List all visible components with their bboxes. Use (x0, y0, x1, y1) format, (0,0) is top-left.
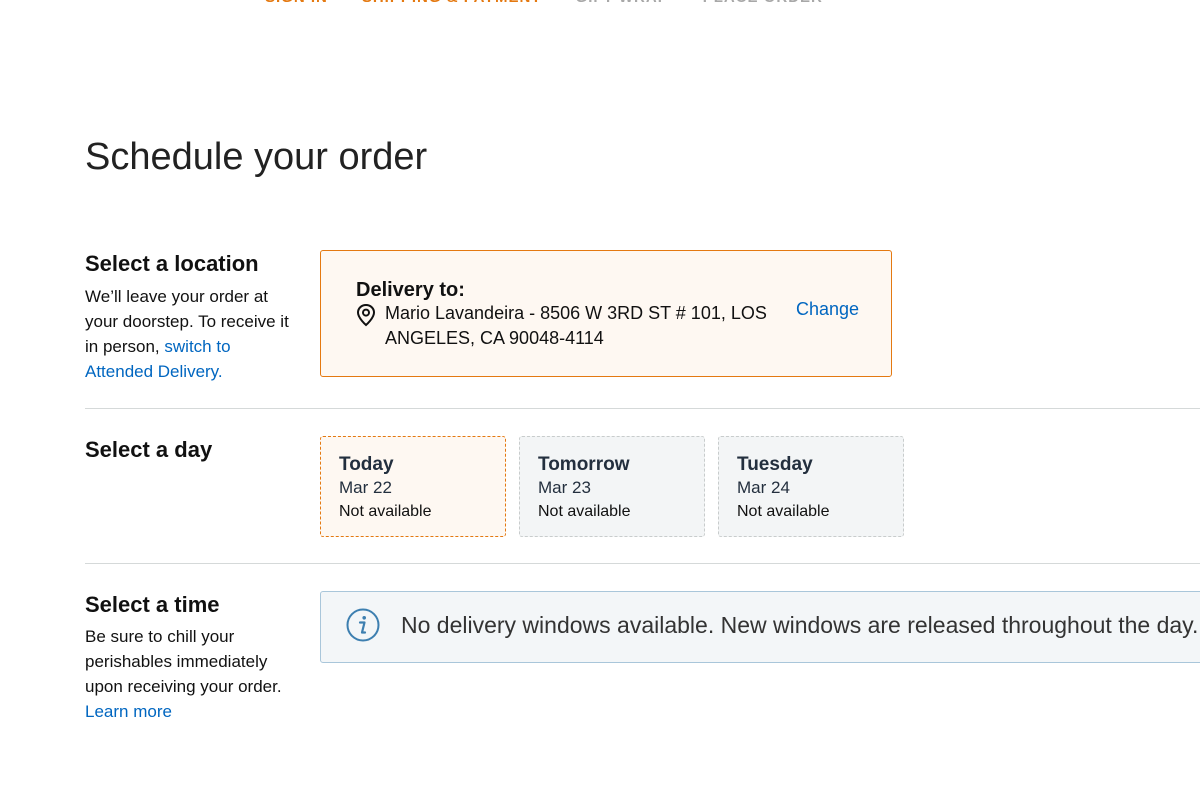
no-windows-alert: No delivery windows available. New windo… (320, 591, 1200, 663)
change-address-link[interactable]: Change (796, 297, 859, 321)
checkout-progress: SIGN IN SHIPPING & PAYMENT GIFT-WRAP PLA… (265, 0, 823, 8)
step-shipping-payment[interactable]: SHIPPING & PAYMENT (362, 0, 542, 8)
day-option-date: Mar 23 (538, 478, 591, 497)
day-option-date: Mar 22 (339, 478, 392, 497)
info-icon (346, 608, 380, 642)
day-option-today[interactable]: Today Mar 22 Not available (320, 436, 506, 537)
day-option-name: Today (339, 454, 394, 475)
day-option-tomorrow[interactable]: Tomorrow Mar 23 Not available (519, 436, 705, 537)
step-place-order: PLACE ORDER (703, 0, 823, 8)
delivery-address: Mario Lavandeira - 8506 W 3RD ST # 101, … (385, 303, 767, 348)
day-option-name: Tuesday (737, 454, 813, 475)
learn-more-link[interactable]: Learn more (85, 702, 172, 721)
section-divider (85, 408, 1200, 409)
day-option-date: Mar 24 (737, 478, 790, 497)
day-option-status: Not available (737, 503, 830, 520)
delivery-label: Delivery to: (356, 279, 465, 301)
day-option-status: Not available (339, 503, 432, 520)
location-pin-icon (355, 303, 377, 327)
location-description: We’ll leave your order at your doorstep.… (85, 284, 295, 384)
page-title: Schedule your order (85, 136, 428, 178)
time-description-text: Be sure to chill your perishables immedi… (85, 627, 282, 696)
day-option-tuesday[interactable]: Tuesday Mar 24 Not available (718, 436, 904, 537)
day-heading: Select a day (85, 437, 213, 462)
time-heading: Select a time (85, 592, 220, 617)
delivery-address-box: Delivery to: Mario Lavandeira - 8506 W 3… (320, 250, 892, 377)
location-heading: Select a location (85, 251, 259, 276)
time-description: Be sure to chill your perishables immedi… (85, 624, 295, 724)
checkout-page: SIGN IN SHIPPING & PAYMENT GIFT-WRAP PLA… (0, 0, 1200, 797)
section-divider (85, 563, 1200, 564)
day-option-name: Tomorrow (538, 454, 630, 475)
step-gift-wrap: GIFT-WRAP (576, 0, 669, 8)
day-option-status: Not available (538, 503, 631, 520)
step-sign-in[interactable]: SIGN IN (265, 0, 328, 8)
alert-message: No delivery windows available. New windo… (401, 612, 1199, 638)
